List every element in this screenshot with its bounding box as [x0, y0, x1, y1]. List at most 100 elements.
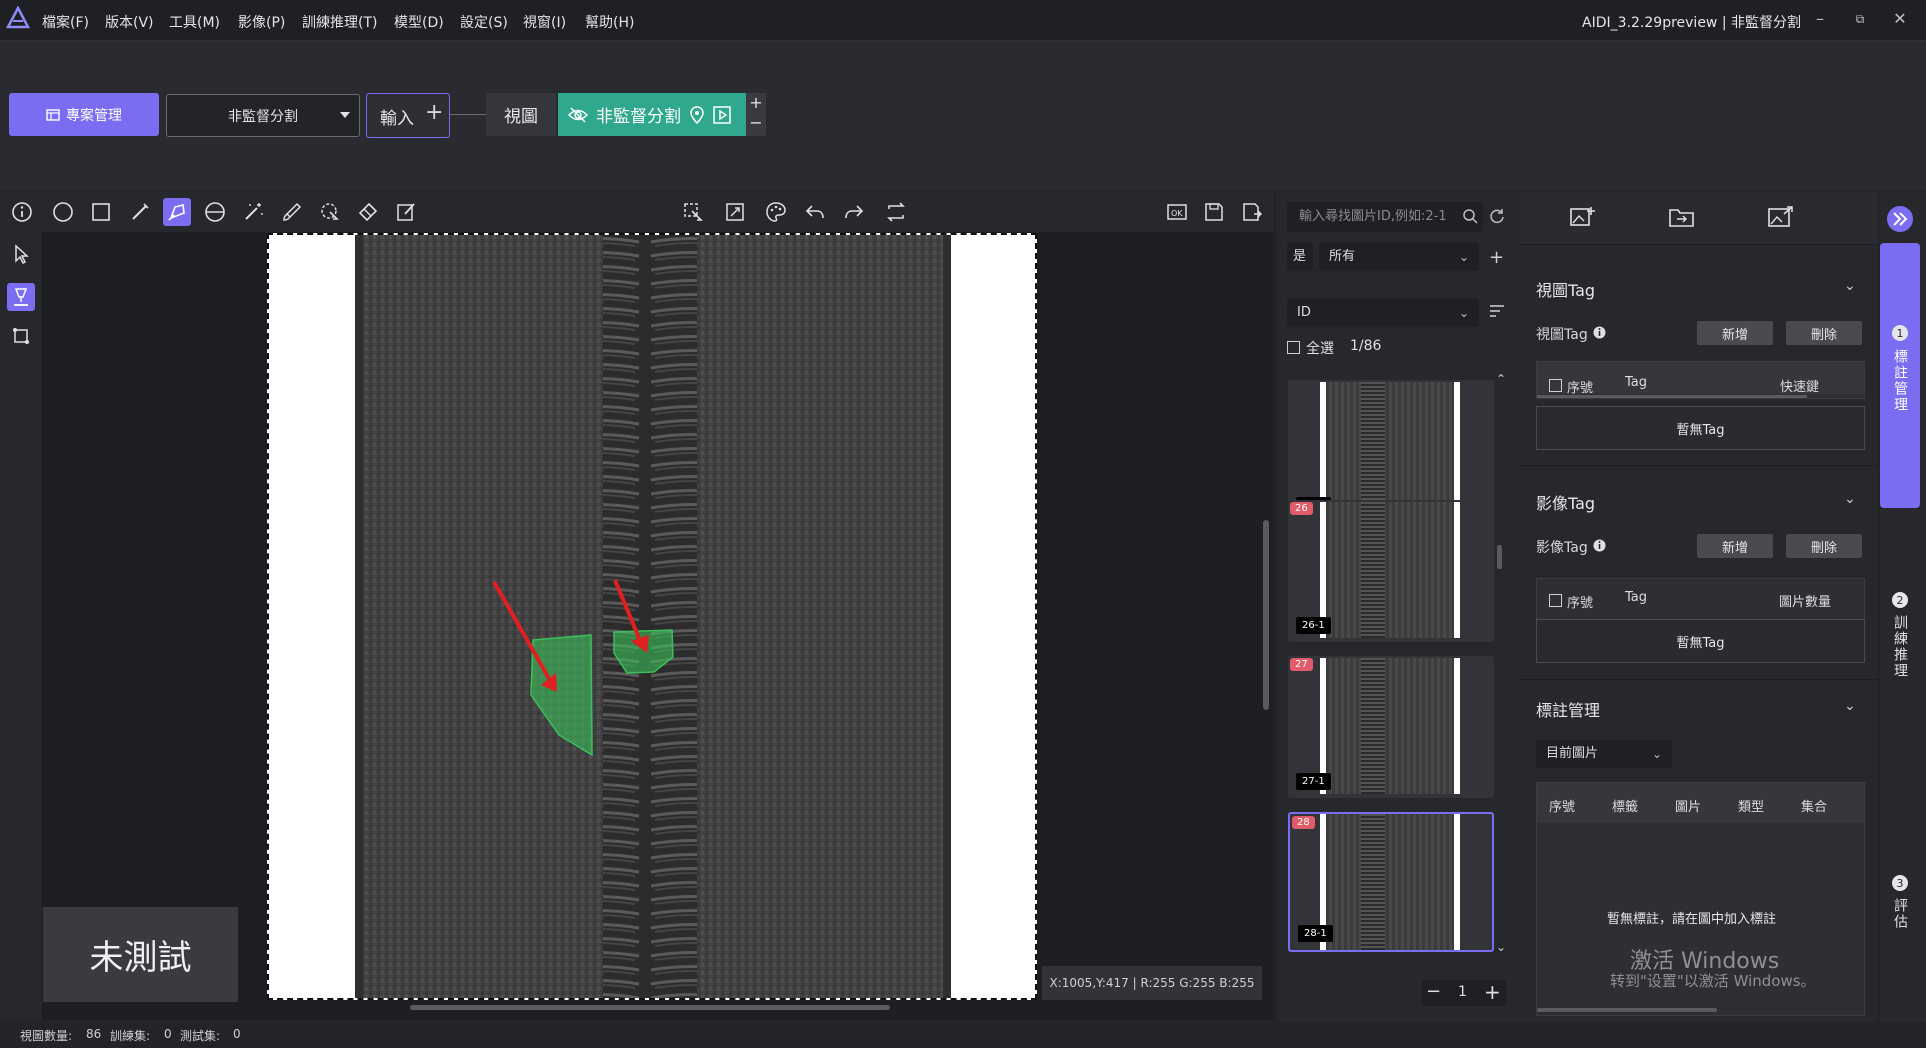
canvas-horizontal-scrollbar[interactable] — [410, 1005, 890, 1010]
tab-annotation-management[interactable]: 1 標註管理 — [1880, 243, 1920, 508]
col-tag: Tag — [1625, 590, 1648, 605]
image-tag-delete-button[interactable]: 刪除 — [1786, 534, 1862, 558]
save-as-icon[interactable] — [1238, 198, 1266, 226]
line-tool-icon[interactable] — [126, 198, 154, 226]
view-tag-scrollbar[interactable] — [1537, 395, 1807, 398]
col-index: 序號 — [1567, 381, 1594, 396]
collapse-panel-button[interactable] — [1886, 205, 1914, 237]
image-search-input[interactable]: 輸入尋找圖片ID,例如:2-1 — [1287, 202, 1483, 232]
roi-tool-icon[interactable] — [7, 322, 35, 350]
menu-version[interactable]: 版本(V) — [105, 12, 154, 32]
select-all-checkbox[interactable] — [1287, 341, 1300, 354]
zipper-image-content — [355, 235, 951, 998]
eraser-icon[interactable] — [354, 198, 382, 226]
palette-icon[interactable] — [762, 198, 790, 226]
smart-select-icon[interactable] — [316, 198, 344, 226]
minimize-button[interactable]: – — [1808, 9, 1832, 28]
add-image-icon[interactable] — [1570, 205, 1596, 233]
pointer-tool-icon[interactable] — [7, 240, 35, 268]
chevron-down-icon[interactable]: ⌄ — [1844, 491, 1856, 507]
page-number[interactable]: 1 — [1458, 984, 1467, 1000]
rectangle-tool-icon[interactable] — [87, 198, 115, 226]
node-size-controls: + − — [746, 93, 766, 136]
redo-icon[interactable] — [840, 198, 868, 226]
mode-select[interactable]: 非監督分割 — [166, 94, 360, 137]
chevron-down-icon[interactable]: ⌄ — [1844, 698, 1856, 714]
play-icon[interactable] — [713, 105, 731, 124]
refresh-frame-icon[interactable] — [882, 198, 910, 226]
project-management-button[interactable]: 專案管理 — [9, 93, 159, 136]
view-node-label: 視圖 — [504, 107, 538, 127]
ok-image-icon[interactable]: OK — [1163, 198, 1191, 226]
fit-view-icon[interactable] — [721, 198, 749, 226]
canvas-vertical-scrollbar[interactable] — [1263, 520, 1269, 710]
menu-training[interactable]: 訓練推理(T) — [302, 12, 377, 32]
node-expand-button[interactable]: + — [746, 93, 766, 113]
tab-training-inference[interactable]: 2 訓練推理 — [1880, 590, 1920, 700]
view-tag-title: 視圖Tag — [1536, 281, 1596, 300]
view-tag-add-button[interactable]: 新增 — [1697, 321, 1773, 345]
refresh-icon[interactable] — [1489, 208, 1505, 228]
menu-file[interactable]: 檔案(F) — [42, 12, 89, 32]
gallery-scrollbar[interactable] — [1497, 545, 1502, 569]
brush-tool-icon[interactable] — [278, 198, 306, 226]
menu-model[interactable]: 模型(D) — [394, 12, 444, 32]
select-image-icon[interactable] — [679, 198, 707, 226]
unsupervised-segmentation-node[interactable]: 非監督分割 — [558, 93, 746, 136]
annotate-mode-icon[interactable] — [7, 283, 35, 311]
input-node[interactable]: 輸入 + — [366, 93, 450, 138]
tab-evaluation[interactable]: 3 評估 — [1880, 875, 1920, 945]
polygon-pen-tool-icon[interactable] — [163, 198, 191, 226]
image-tag-select-all-checkbox[interactable] — [1549, 594, 1562, 607]
sort-select[interactable]: ID ⌄ — [1287, 299, 1479, 327]
ellipse-tool-icon[interactable] — [49, 198, 77, 226]
undo-icon[interactable] — [801, 198, 829, 226]
add-filter-icon[interactable]: + — [1489, 247, 1504, 268]
menu-help[interactable]: 幫助(H) — [585, 12, 634, 32]
view-node[interactable]: 視圖 — [486, 93, 556, 136]
divider — [1520, 679, 1878, 680]
menu-window[interactable]: 視窗(I) — [523, 12, 566, 32]
gallery-position: 1/86 — [1350, 338, 1382, 354]
thumbnail-item-selected[interactable]: 28 28-1 — [1288, 812, 1494, 952]
coordinate-readout: X:1005,Y:417 | R:255 G:255 B:255 — [1042, 966, 1262, 1000]
search-icon[interactable] — [1462, 208, 1478, 228]
page-next-button[interactable]: + — [1484, 980, 1501, 1004]
col-label: 標籤 — [1612, 800, 1639, 815]
magic-wand-icon[interactable] — [239, 198, 267, 226]
scroll-bottom-icon[interactable]: ⌄ — [1496, 940, 1506, 954]
image-tag-add-button[interactable]: 新增 — [1697, 534, 1773, 558]
menu-tools[interactable]: 工具(M) — [169, 12, 220, 32]
col-index: 序號 — [1549, 800, 1576, 815]
menu-image[interactable]: 影像(P) — [238, 12, 285, 32]
restore-button[interactable]: ⧉ — [1848, 12, 1872, 27]
col-image-count: 圖片數量 — [1779, 595, 1832, 610]
thumbnail-item[interactable]: 27 27-1 — [1288, 656, 1494, 798]
page-prev-button[interactable]: − — [1426, 981, 1441, 1002]
zipper-image[interactable] — [267, 233, 1037, 1000]
view-tag-delete-button[interactable]: 刪除 — [1786, 321, 1862, 345]
scroll-top-icon[interactable]: ⌃ — [1496, 372, 1506, 386]
edit-icon[interactable] — [392, 198, 420, 226]
tab-label: 訓練推理 — [1892, 615, 1908, 679]
view-tag-select-all-checkbox[interactable] — [1549, 379, 1562, 392]
sort-order-icon[interactable] — [1489, 304, 1505, 322]
thumbnail-id: 28-1 — [1298, 925, 1333, 942]
open-folder-icon[interactable] — [1669, 205, 1695, 233]
menu-settings[interactable]: 設定(S) — [460, 12, 508, 32]
input-add-button[interactable]: + — [425, 100, 443, 125]
chevron-down-icon[interactable]: ⌄ — [1844, 278, 1856, 294]
info-icon[interactable] — [8, 198, 36, 226]
annotation-scope-select[interactable]: 目前圖片 ⌄ — [1536, 740, 1672, 768]
cut-circle-tool-icon[interactable] — [201, 198, 229, 226]
node-collapse-button[interactable]: − — [746, 113, 766, 133]
thumbnail-badge: 26 — [1290, 502, 1313, 515]
thumbnail-item[interactable]: 26 26-1 — [1288, 500, 1494, 642]
location-pin-icon[interactable] — [689, 105, 705, 124]
filter-select[interactable]: 所有 ⌄ — [1319, 243, 1479, 271]
annotation-scrollbar[interactable] — [1537, 1008, 1717, 1012]
col-tag: Tag — [1625, 375, 1648, 390]
export-image-icon[interactable] — [1768, 205, 1794, 233]
close-button[interactable]: ✕ — [1888, 9, 1912, 28]
save-icon[interactable] — [1200, 198, 1228, 226]
